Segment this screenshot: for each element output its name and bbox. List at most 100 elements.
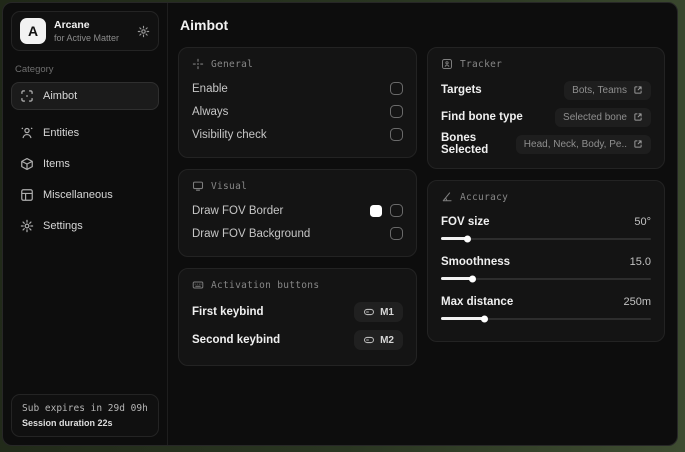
tracker-card: Tracker Targets Bots, Teams Find bone ty… <box>427 47 665 169</box>
slider-row: FOV size 50° <box>441 210 651 233</box>
session-duration-text: Session duration 22s <box>22 418 113 428</box>
cube-icon <box>20 157 34 171</box>
general-card: General Enable Always Visibility check <box>178 47 417 158</box>
sidebar-item-items[interactable]: Items <box>11 150 159 178</box>
subscription-card: Sub expires in 29d 09h Session duration … <box>11 394 159 437</box>
dropdown-label: Find bone type <box>441 111 523 123</box>
slider-thumb[interactable] <box>481 315 489 322</box>
keyboard-icon <box>192 279 204 291</box>
setting-label: Visibility check <box>192 128 267 141</box>
page-title: Aimbot <box>180 17 229 33</box>
setting-row: Always <box>192 100 403 123</box>
sidebar-item-aimbot[interactable]: Aimbot <box>11 82 159 110</box>
first-keybind-button[interactable]: M1 <box>354 302 403 322</box>
slider-thumb[interactable] <box>468 275 476 282</box>
crosshair-scan-icon <box>20 89 34 103</box>
app-name: Arcane <box>54 18 90 31</box>
right-column: Tracker Targets Bots, Teams Find bone ty… <box>427 47 665 366</box>
sidebar-item-label: Entities <box>43 127 80 139</box>
card-title: Visual <box>211 180 248 192</box>
dropdown-row: Find bone type Selected bone <box>441 104 651 130</box>
accuracy-card: Accuracy FOV size 50° Smoothness 15.0 Ma… <box>427 180 665 342</box>
slider-value: 250m <box>623 295 651 308</box>
gear-icon[interactable] <box>137 25 150 38</box>
gear-icon <box>20 219 34 233</box>
bones-selected-dropdown[interactable]: Head, Neck, Body, Pe.. <box>515 134 651 154</box>
slider-row: Smoothness 15.0 <box>441 250 651 273</box>
setting-row: Draw FOV Background <box>192 222 403 245</box>
general-card-header: General <box>192 58 403 70</box>
tracker-card-header: Tracker <box>441 58 651 70</box>
setting-row: Visibility check <box>192 123 403 146</box>
slider-value: 15.0 <box>629 255 651 268</box>
slider-value: 50° <box>634 215 651 228</box>
sidebar: A Arcane for Active Matter Category Aimb… <box>3 3 168 445</box>
angle-icon <box>441 191 453 203</box>
arcane-logo: A <box>20 18 46 44</box>
visibility-check-checkbox[interactable] <box>390 128 403 141</box>
sidebar-item-entities[interactable]: Entities <box>11 119 159 147</box>
sidebar-item-settings[interactable]: Settings <box>11 212 159 240</box>
setting-label: Draw FOV Border <box>192 204 284 217</box>
keybind-value: M1 <box>380 306 394 318</box>
enable-checkbox[interactable] <box>390 82 403 95</box>
slider-label: FOV size <box>441 215 490 228</box>
sidebar-item-label: Miscellaneous <box>43 189 113 201</box>
left-column: General Enable Always Visibility check V… <box>178 47 417 366</box>
sidebar-item-label: Aimbot <box>43 90 78 102</box>
find-bone-type-dropdown[interactable]: Selected bone <box>555 107 651 127</box>
category-nav: Aimbot Entities Items Miscellaneous Sett… <box>11 82 159 240</box>
monitor-icon <box>192 180 204 192</box>
category-label: Category <box>15 64 54 75</box>
expand-icon <box>633 85 643 95</box>
draw-fov-border-checkbox[interactable] <box>390 204 403 217</box>
slider-fill <box>441 235 472 242</box>
max-distance-slider[interactable] <box>441 314 651 323</box>
slider-row: Max distance 250m <box>441 290 651 313</box>
keybind-label: First keybind <box>192 306 264 318</box>
fov-border-color-swatch[interactable] <box>370 204 382 217</box>
setting-row: Enable <box>192 77 403 100</box>
slider-thumb[interactable] <box>464 235 472 242</box>
targets-dropdown[interactable]: Bots, Teams <box>564 80 651 100</box>
mouse-icon <box>363 334 375 346</box>
card-title: Tracker <box>460 58 503 70</box>
slider-label: Smoothness <box>441 255 511 268</box>
second-keybind-button[interactable]: M2 <box>354 330 403 350</box>
setting-label: Enable <box>192 82 228 95</box>
keybind-row: Second keybind M2 <box>192 326 403 354</box>
activation-card-header: Activation buttons <box>192 279 403 291</box>
main-content: Aimbot General Enable Always Visibility … <box>168 3 677 445</box>
setting-row: Draw FOV Border <box>192 199 403 222</box>
slider-fill <box>441 315 489 322</box>
accuracy-card-header: Accuracy <box>441 191 651 203</box>
app-subtitle: for Active Matter <box>54 32 120 43</box>
smoothness-slider[interactable] <box>441 274 651 283</box>
keybind-label: Second keybind <box>192 334 281 346</box>
dropdown-value: Selected bone <box>563 111 627 123</box>
cheat-menu-window: A Arcane for Active Matter Category Aimb… <box>2 2 678 446</box>
keybind-value: M2 <box>380 334 394 346</box>
card-title: General <box>211 58 254 70</box>
card-title: Accuracy <box>460 191 509 203</box>
activation-buttons-card: Activation buttons First keybind M1 Seco… <box>178 268 417 366</box>
grid-icon <box>20 188 34 202</box>
slider-label: Max distance <box>441 295 514 308</box>
slider-track <box>441 237 651 240</box>
expand-icon <box>633 112 643 122</box>
slider-fill <box>441 275 476 282</box>
app-title-block: Arcane for Active Matter <box>54 19 129 43</box>
tracker-icon <box>441 58 453 70</box>
fov-size-slider[interactable] <box>441 234 651 243</box>
crosshair-dots-icon <box>192 58 204 70</box>
dropdown-row: Targets Bots, Teams <box>441 77 651 103</box>
sidebar-item-miscellaneous[interactable]: Miscellaneous <box>11 181 159 209</box>
app-header-card: A Arcane for Active Matter <box>11 11 159 51</box>
always-checkbox[interactable] <box>390 105 403 118</box>
sidebar-item-label: Settings <box>43 220 83 232</box>
sidebar-item-label: Items <box>43 158 70 170</box>
setting-label: Always <box>192 105 229 118</box>
dropdown-row: Bones Selected Head, Neck, Body, Pe.. <box>441 131 651 157</box>
mouse-icon <box>363 306 375 318</box>
draw-fov-background-checkbox[interactable] <box>390 227 403 240</box>
